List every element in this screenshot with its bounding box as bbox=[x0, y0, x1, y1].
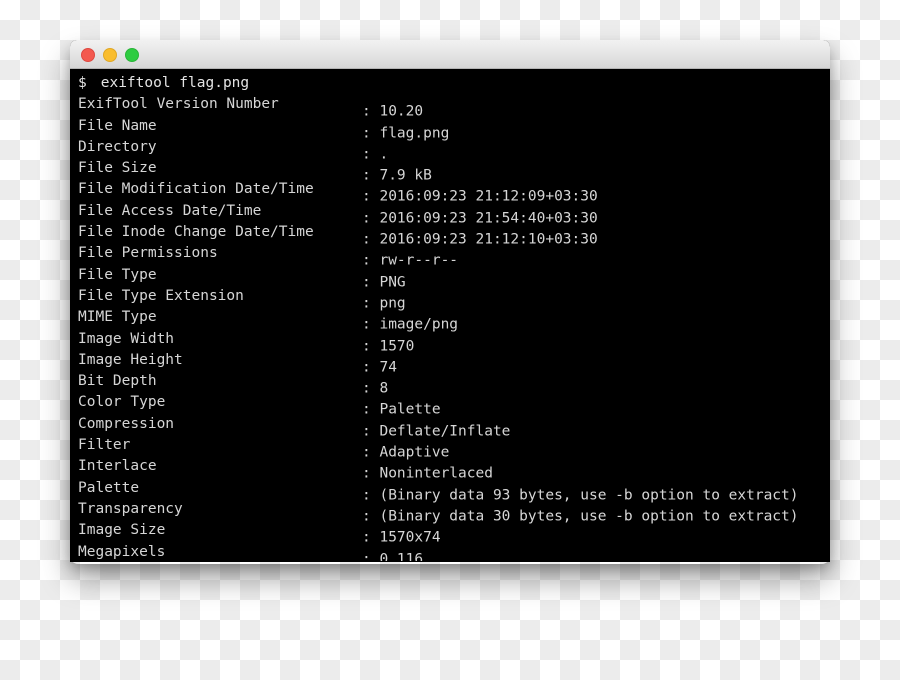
metadata-row: ExifTool Version Number: 10.20 bbox=[70, 94, 830, 119]
metadata-label: File Inode Change Date/Time bbox=[78, 224, 314, 241]
metadata-label: File Permissions bbox=[78, 245, 218, 262]
screenshot-canvas: $ exiftool flag.png ExifTool Version Num… bbox=[0, 0, 900, 680]
metadata-separator: : bbox=[362, 550, 380, 561]
metadata-label: Image Height bbox=[78, 351, 183, 368]
window-titlebar[interactable] bbox=[70, 40, 830, 69]
metadata-row: File Modification Date/Time: 2016:09:23 … bbox=[70, 179, 830, 204]
metadata-rows: ExifTool Version Number: 10.20 File Name:… bbox=[70, 94, 830, 561]
metadata-label: Filter bbox=[78, 437, 131, 454]
metadata-label: Compression bbox=[78, 415, 175, 432]
prompt-symbol: $ bbox=[78, 75, 87, 91]
metadata-row: Directory: . bbox=[70, 137, 830, 162]
metadata-label: File Size bbox=[78, 160, 157, 177]
metadata-label: Interlace bbox=[78, 458, 157, 475]
metadata-label: Palette bbox=[78, 479, 140, 496]
metadata-row: Interlace: Noninterlaced bbox=[70, 456, 830, 481]
metadata-row: Transparency: (Binary data 30 bytes, use… bbox=[70, 499, 830, 524]
metadata-row: File Access Date/Time: 2016:09:23 21:54:… bbox=[70, 201, 830, 226]
metadata-row: File Name: flag.png bbox=[70, 116, 830, 141]
metadata-label: File Modification Date/Time bbox=[78, 181, 314, 198]
command-line: $ exiftool flag.png bbox=[70, 73, 830, 94]
metadata-row: Image Height: 74 bbox=[70, 350, 830, 375]
metadata-row: Megapixels: 0.116 bbox=[70, 542, 830, 561]
metadata-row: File Permissions: rw-r--r-- bbox=[70, 243, 830, 268]
zoom-button-icon[interactable] bbox=[125, 48, 139, 62]
metadata-row: Bit Depth: 8 bbox=[70, 371, 830, 396]
metadata-label: Color Type bbox=[78, 394, 166, 411]
metadata-row: File Inode Change Date/Time: 2016:09:23 … bbox=[70, 222, 830, 247]
metadata-label: File Type bbox=[78, 266, 157, 283]
terminal-output-area[interactable]: $ exiftool flag.png ExifTool Version Num… bbox=[70, 69, 830, 561]
metadata-label: Bit Depth bbox=[78, 373, 157, 390]
metadata-label: File Access Date/Time bbox=[78, 202, 262, 219]
metadata-value: flag.png bbox=[379, 124, 450, 141]
metadata-label: MIME Type bbox=[78, 309, 157, 326]
terminal-window: $ exiftool flag.png ExifTool Version Num… bbox=[70, 40, 830, 562]
metadata-label: File Type Extension bbox=[78, 287, 244, 304]
metadata-label: Megapixels bbox=[78, 543, 166, 560]
window-controls bbox=[81, 48, 139, 62]
command-text: exiftool flag.png bbox=[100, 75, 250, 91]
metadata-row: Palette: (Binary data 93 bytes, use -b o… bbox=[70, 478, 830, 503]
metadata-label: Image Size bbox=[78, 522, 166, 539]
metadata-row: MIME Type: image/png bbox=[70, 307, 830, 332]
metadata-label: Directory bbox=[78, 138, 157, 155]
metadata-row: File Type Extension: png bbox=[70, 286, 830, 311]
metadata-row: File Size: 7.9 kB bbox=[70, 158, 830, 183]
metadata-label: File Name bbox=[78, 117, 157, 134]
prompt-spacer bbox=[87, 73, 101, 94]
metadata-row: Color Type: Palette bbox=[70, 392, 830, 417]
metadata-value: 0.116 bbox=[379, 550, 424, 561]
metadata-label: Transparency bbox=[78, 500, 183, 517]
minimize-button-icon[interactable] bbox=[103, 48, 117, 62]
close-button-icon[interactable] bbox=[81, 48, 95, 62]
metadata-value: (Binary data 30 bytes, use -b option to … bbox=[379, 508, 799, 525]
metadata-row: Compression: Deflate/Inflate bbox=[70, 414, 830, 439]
metadata-label: Image Width bbox=[78, 330, 175, 347]
metadata-label: ExifTool Version Number bbox=[78, 96, 279, 113]
